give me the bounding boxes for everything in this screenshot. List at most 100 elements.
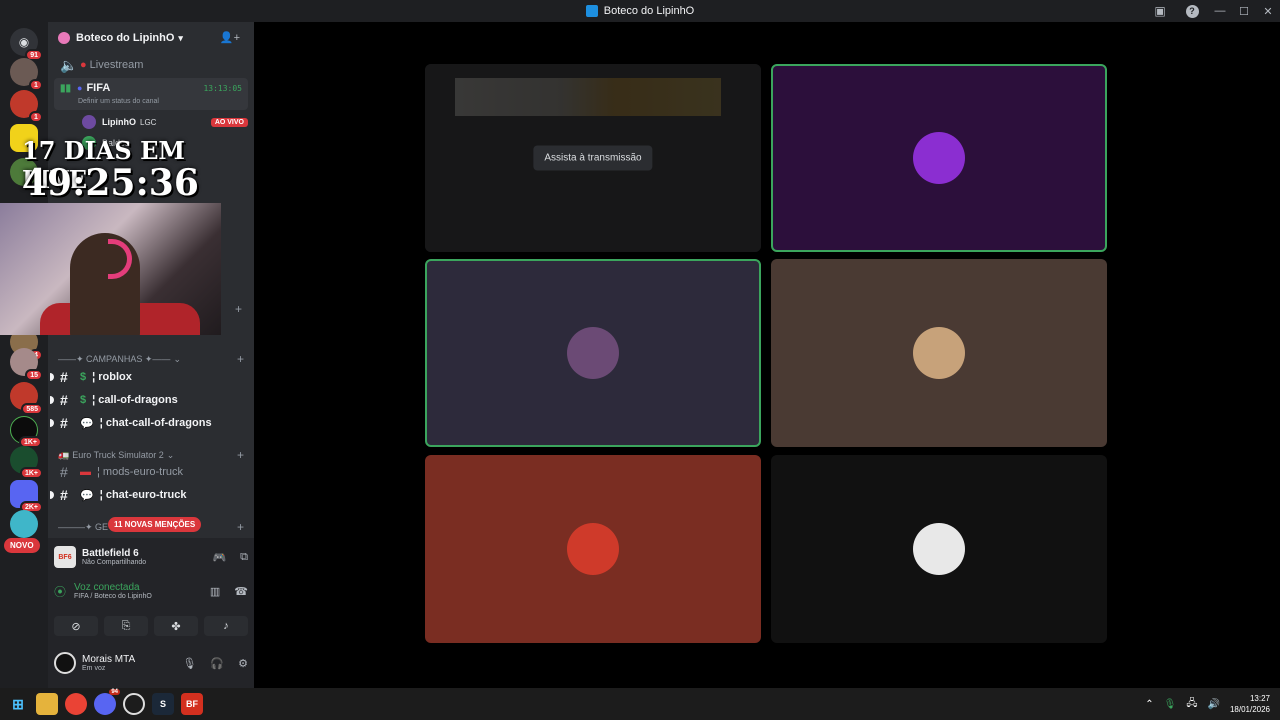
server-name: Boteco do LipinhO xyxy=(76,32,175,44)
guild-badge: 1K+ xyxy=(19,467,43,479)
discord-icon[interactable]: 94 xyxy=(94,689,120,715)
channel-label: Livestream xyxy=(89,59,144,71)
channel-label: ¦ mods-euro-truck xyxy=(97,466,183,478)
server-list: ◉91 1 1 4 15 585 1K+ 1K+ 2K+ NOVO xyxy=(0,22,48,688)
add-channel-icon[interactable]: + xyxy=(235,302,242,316)
avatar xyxy=(567,327,619,379)
member-name: LipinhO xyxy=(102,117,136,127)
channel-chat-call-of-dragons[interactable]: # 💬 ¦ chat-call-of-dragons xyxy=(50,412,248,434)
network-icon[interactable]: 🖧 xyxy=(1186,696,1197,713)
microphone-icon[interactable]: 🎙 xyxy=(182,657,196,670)
category-euro-truck[interactable]: 🚛 Euro Truck Simulator 2 ⌄ + xyxy=(58,448,244,462)
speech-bubble-icon: 💬 xyxy=(80,417,94,430)
invite-people-icon[interactable]: 👤+ xyxy=(220,31,240,44)
category-campanhas[interactable]: ——✦ CAMPANHAS ✦—— ⌄ + xyxy=(58,352,244,366)
gear-icon[interactable]: ⚙ xyxy=(238,657,248,670)
channel-roblox[interactable]: # $ ¦ roblox xyxy=(50,366,248,388)
game-icon: BF6 xyxy=(54,546,76,568)
minimize-button[interactable]: — xyxy=(1208,5,1232,17)
channel-livestream[interactable]: 🔈 ● Livestream xyxy=(54,54,248,76)
clock-app-icon[interactable] xyxy=(123,693,145,715)
microphone-icon[interactable]: 🎙 xyxy=(1164,699,1177,710)
guild-badge: 1 xyxy=(29,111,43,123)
soundboard-button[interactable]: ♪ xyxy=(204,616,248,636)
chrome-icon[interactable] xyxy=(65,693,87,715)
voice-member[interactable]: LipinhO LGC AO VIVO xyxy=(76,111,248,133)
close-button[interactable]: ✕ xyxy=(1256,5,1280,18)
watch-stream-button[interactable]: Assista à transmissão xyxy=(533,145,653,171)
participant-tile[interactable] xyxy=(771,259,1107,447)
channel-status-hint[interactable]: Definir um status do canal xyxy=(78,98,159,105)
title-bar-controls: ▣ ? — ☐ ✕ xyxy=(1144,0,1280,22)
member-tag: LGC xyxy=(140,117,157,127)
truck-icon: 🚛 xyxy=(58,449,70,460)
avatar xyxy=(913,327,965,379)
server-icon[interactable]: 585 xyxy=(10,382,43,415)
help-icon[interactable]: ? xyxy=(1184,3,1200,19)
server-icon[interactable] xyxy=(10,510,38,538)
user-name[interactable]: Morais MTA xyxy=(82,654,135,665)
guild-badge: 15 xyxy=(25,369,43,381)
disconnect-icon[interactable]: ☎ xyxy=(234,585,248,598)
voice-channel-name: FIFA xyxy=(86,82,111,94)
category-label: ———✦ GE xyxy=(58,521,109,532)
server-icon[interactable]: 1K+ xyxy=(10,446,43,479)
server-icon[interactable]: 1K+ xyxy=(10,416,42,448)
voice-location[interactable]: FIFA / Boteco do LipinhO xyxy=(74,593,152,600)
user-status: Em voz xyxy=(82,665,106,672)
server-badge-icon xyxy=(58,32,70,44)
clock-time: 13:27 xyxy=(1249,694,1270,703)
file-explorer-icon[interactable] xyxy=(36,693,58,715)
inbox-icon[interactable]: ▣ xyxy=(1152,3,1168,19)
maximize-button[interactable]: ☐ xyxy=(1232,5,1256,18)
webcam-overlay xyxy=(0,203,221,335)
channel-mods-euro-truck[interactable]: # ▬ ¦ mods-euro-truck xyxy=(54,461,248,483)
avatar[interactable] xyxy=(54,652,76,674)
server-icon[interactable]: 15 xyxy=(10,348,43,381)
dm-avatar[interactable]: 1 xyxy=(10,58,43,91)
globe-icon: ● xyxy=(77,83,83,93)
new-servers-pill[interactable]: NOVO xyxy=(4,538,40,553)
add-channel-icon[interactable]: + xyxy=(237,352,244,366)
add-channel-icon[interactable]: + xyxy=(237,520,244,534)
unread-indicator xyxy=(50,491,54,499)
participant-tile[interactable] xyxy=(771,64,1107,252)
live-timer-overlay: 49:25:36 xyxy=(22,162,199,204)
discord-app-icon xyxy=(585,5,598,17)
new-mentions-pill[interactable]: 11 NOVAS MENÇÕES xyxy=(108,517,202,532)
server-icon[interactable]: 2K+ xyxy=(10,480,43,513)
steam-icon[interactable]: S xyxy=(152,693,174,715)
channel-call-of-dragons[interactable]: # $ ¦ call-of-dragons xyxy=(50,389,248,411)
screen-share-button[interactable]: ⎘ xyxy=(104,616,148,636)
unread-indicator xyxy=(50,396,54,404)
battlefield-icon[interactable]: BF xyxy=(181,693,203,715)
windows-start-icon[interactable]: ⊞ xyxy=(7,693,29,715)
channel-chat-euro-truck[interactable]: # 💬 ¦ chat-euro-truck xyxy=(50,484,248,506)
gamepad-icon[interactable]: 🎮 xyxy=(212,551,226,564)
text-channel-icon: # xyxy=(60,392,68,408)
stream-tile[interactable]: Assista à transmissão xyxy=(425,64,761,252)
dollar-icon: $ xyxy=(80,371,87,383)
share-screen-icon[interactable]: ⧉ xyxy=(240,551,248,564)
discord-badge: 94 xyxy=(109,689,120,695)
system-clock[interactable]: 13:27 18/01/2026 xyxy=(1230,693,1270,715)
speaker-muted-icon: 🔈 xyxy=(60,56,78,73)
camera-off-button[interactable]: ⊘ xyxy=(54,616,98,636)
participant-tile[interactable] xyxy=(425,455,761,643)
activities-button[interactable]: ✤ xyxy=(154,616,198,636)
channel-label: ¦ call-of-dragons xyxy=(92,394,178,406)
noise-suppression-icon[interactable]: ▥ xyxy=(210,585,220,598)
title-bar: Boteco do LipinhO ▣ ? — ☐ ✕ xyxy=(0,0,1280,22)
participant-tile[interactable] xyxy=(771,455,1107,643)
dm-avatar[interactable]: 1 xyxy=(10,90,43,123)
participant-tile[interactable] xyxy=(425,259,761,447)
direct-messages-icon[interactable]: ◉ 91 xyxy=(10,28,43,61)
activity-row: BF6 Battlefield 6 Não Compartilhando 🎮 ⧉ xyxy=(54,546,248,568)
add-channel-icon[interactable]: + xyxy=(237,448,244,462)
voice-connected-label[interactable]: Voz conectada xyxy=(74,582,152,593)
voice-channel-fifa[interactable]: ▮▮ ● FIFA 13:13:05 Definir um status do … xyxy=(54,78,248,110)
headphones-icon[interactable]: 🎧 xyxy=(210,657,224,670)
volume-icon[interactable]: 🔊 xyxy=(1208,699,1220,710)
chevron-up-icon[interactable]: ⌃ xyxy=(1145,699,1153,710)
guild-badge: 1 xyxy=(29,79,43,91)
